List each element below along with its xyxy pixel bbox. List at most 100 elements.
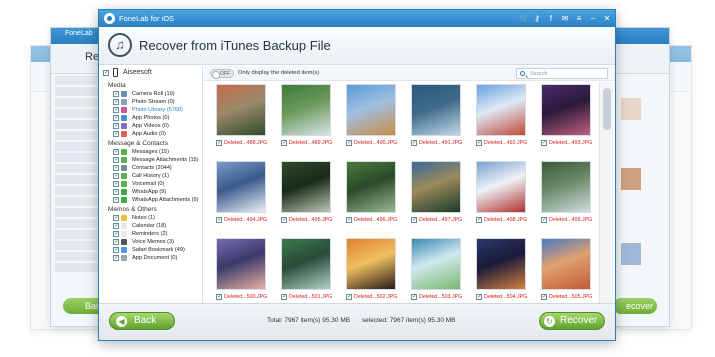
- photo-item[interactable]: Deleted...492.JPG: [476, 84, 527, 156]
- sidebar-category-item[interactable]: Voicemail (0): [99, 180, 202, 188]
- photo-thumbnail[interactable]: [346, 238, 396, 290]
- photo-checkbox[interactable]: [216, 216, 222, 224]
- photo-item[interactable]: Deleted...500.JPG: [216, 238, 267, 304]
- photo-item[interactable]: Deleted...493.JPG: [541, 84, 592, 156]
- photo-item[interactable]: Deleted...490.JPG: [346, 84, 397, 156]
- photo-checkbox[interactable]: [541, 216, 547, 224]
- sidebar-category-item[interactable]: App Audio (0): [99, 130, 202, 138]
- photo-item[interactable]: Deleted...502.JPG: [346, 238, 397, 304]
- sidebar-category-item[interactable]: Calendar (18): [99, 222, 202, 230]
- category-checkbox[interactable]: [113, 148, 119, 156]
- category-checkbox[interactable]: [113, 196, 119, 204]
- close-icon[interactable]: ✕: [603, 10, 611, 27]
- photo-item[interactable]: Deleted...494.JPG: [216, 161, 267, 233]
- sidebar-category-item[interactable]: Voice Memos (3): [99, 238, 202, 246]
- photo-checkbox[interactable]: [346, 139, 352, 147]
- key-icon[interactable]: ⚷: [533, 10, 541, 27]
- category-checkbox[interactable]: [113, 156, 119, 164]
- photo-item[interactable]: Deleted...504.JPG: [476, 238, 527, 304]
- category-checkbox[interactable]: [113, 98, 119, 106]
- sidebar-category-item[interactable]: Messages (15): [99, 148, 202, 156]
- photo-item[interactable]: Deleted...488.JPG: [216, 84, 267, 156]
- minimize-icon[interactable]: –: [589, 10, 597, 27]
- sidebar-category-item[interactable]: Camera Roll (19): [99, 90, 202, 98]
- search-input[interactable]: Search: [516, 68, 608, 79]
- photo-thumbnail[interactable]: [346, 84, 396, 136]
- category-checkbox[interactable]: [113, 188, 119, 196]
- category-checkbox[interactable]: [113, 90, 119, 98]
- photo-thumbnail[interactable]: [476, 84, 526, 136]
- photo-checkbox[interactable]: [411, 216, 417, 224]
- sidebar-category-item[interactable]: WhatsApp (9): [99, 188, 202, 196]
- scrollbar-thumb[interactable]: [603, 88, 611, 130]
- sidebar-category-item[interactable]: Photo Stream (0): [99, 98, 202, 106]
- photo-item[interactable]: Deleted...496.JPG: [346, 161, 397, 233]
- photo-item[interactable]: Deleted...498.JPG: [476, 161, 527, 233]
- photo-checkbox[interactable]: [281, 293, 287, 301]
- facebook-icon[interactable]: f: [547, 10, 555, 27]
- photo-checkbox[interactable]: [281, 216, 287, 224]
- sidebar-category-item[interactable]: App Videos (0): [99, 122, 202, 130]
- photo-item[interactable]: Deleted...505.JPG: [541, 238, 592, 304]
- photo-checkbox[interactable]: [411, 139, 417, 147]
- photo-thumbnail[interactable]: [216, 161, 266, 213]
- cart-icon[interactable]: 🛒: [519, 10, 529, 27]
- photo-item[interactable]: Deleted...503.JPG: [411, 238, 462, 304]
- menu-icon[interactable]: ≡: [575, 10, 583, 27]
- category-checkbox[interactable]: [113, 172, 119, 180]
- back-button[interactable]: ◀ Back: [109, 312, 175, 330]
- sidebar-category-item[interactable]: Call History (1): [99, 172, 202, 180]
- photo-thumbnail[interactable]: [281, 161, 331, 213]
- device-checkbox[interactable]: [103, 69, 109, 77]
- photo-item[interactable]: Deleted...497.JPG: [411, 161, 462, 233]
- photo-checkbox[interactable]: [541, 293, 547, 301]
- photo-thumbnail[interactable]: [541, 238, 591, 290]
- photo-thumbnail[interactable]: [281, 84, 331, 136]
- photo-thumbnail[interactable]: [476, 238, 526, 290]
- deleted-only-toggle[interactable]: OFF: [210, 69, 234, 79]
- photo-item[interactable]: Deleted...499.JPG: [541, 161, 592, 233]
- photo-checkbox[interactable]: [476, 139, 482, 147]
- sidebar-category-item[interactable]: Photo Library (5768): [99, 106, 202, 114]
- category-checkbox[interactable]: [113, 254, 119, 262]
- sidebar-category-item[interactable]: Safari Bookmark (49): [99, 246, 202, 254]
- photo-checkbox[interactable]: [346, 216, 352, 224]
- photo-checkbox[interactable]: [541, 139, 547, 147]
- device-row[interactable]: Aiseesoft: [99, 66, 202, 80]
- sidebar-category-item[interactable]: Notes (1): [99, 214, 202, 222]
- sidebar-category-item[interactable]: App Document (0): [99, 254, 202, 262]
- photo-thumbnail[interactable]: [476, 161, 526, 213]
- photo-thumbnail[interactable]: [216, 238, 266, 290]
- photo-checkbox[interactable]: [476, 293, 482, 301]
- photo-thumbnail[interactable]: [411, 161, 461, 213]
- photo-thumbnail[interactable]: [541, 84, 591, 136]
- photo-item[interactable]: Deleted...491.JPG: [411, 84, 462, 156]
- category-checkbox[interactable]: [113, 238, 119, 246]
- recover-button[interactable]: ↻ Recover: [539, 312, 605, 330]
- category-checkbox[interactable]: [113, 130, 119, 138]
- photo-thumbnail[interactable]: [411, 238, 461, 290]
- photo-checkbox[interactable]: [411, 293, 417, 301]
- photo-checkbox[interactable]: [476, 216, 482, 224]
- category-checkbox[interactable]: [113, 106, 119, 114]
- photo-thumbnail[interactable]: [281, 238, 331, 290]
- photo-item[interactable]: Deleted...495.JPG: [281, 161, 332, 233]
- category-checkbox[interactable]: [113, 180, 119, 188]
- photo-thumbnail[interactable]: [541, 161, 591, 213]
- sidebar-category-item[interactable]: WhatsApp Attachments (9): [99, 196, 202, 204]
- photo-checkbox[interactable]: [346, 293, 352, 301]
- photo-thumbnail[interactable]: [411, 84, 461, 136]
- photo-checkbox[interactable]: [281, 139, 287, 147]
- sidebar-category-item[interactable]: Reminders (2): [99, 230, 202, 238]
- category-checkbox[interactable]: [113, 114, 119, 122]
- category-checkbox[interactable]: [113, 164, 119, 172]
- sidebar-category-item[interactable]: Contacts (2044): [99, 164, 202, 172]
- photo-item[interactable]: Deleted...489.JPG: [281, 84, 332, 156]
- photo-item[interactable]: Deleted...501.JPG: [281, 238, 332, 304]
- photo-checkbox[interactable]: [216, 139, 222, 147]
- chat-icon[interactable]: ✉: [561, 10, 569, 27]
- category-checkbox[interactable]: [113, 122, 119, 130]
- category-checkbox[interactable]: [113, 230, 119, 238]
- category-checkbox[interactable]: [113, 214, 119, 222]
- sidebar-category-item[interactable]: App Photos (0): [99, 114, 202, 122]
